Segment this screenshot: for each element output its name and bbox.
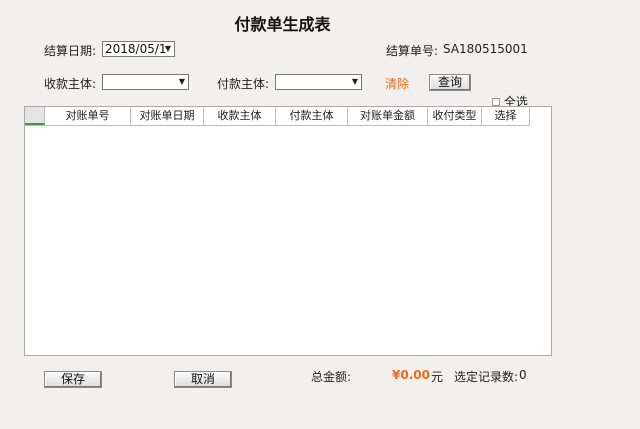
settlement-date-value: 2018/05/1 — [105, 42, 167, 56]
settlement-date-label: 结算日期: — [44, 44, 97, 58]
column-header[interactable]: 对账单号 — [45, 107, 131, 125]
dropdown-arrow-icon: ▼ — [351, 77, 358, 86]
bill-number-label: 结算单号: — [386, 44, 439, 58]
column-header[interactable]: 付款主体 — [276, 107, 348, 125]
page-title: 付款单生成表 — [234, 15, 331, 34]
column-header[interactable]: 收付类型 — [428, 107, 482, 125]
statement-grid[interactable]: 对账单号 对账单日期 收款主体 付款主体 对账单金额 收付类型 选择 — [24, 106, 552, 356]
column-header[interactable]: 选择 — [482, 107, 530, 125]
currency-unit: 元 — [431, 370, 444, 384]
total-amount-value: ¥0.00 — [392, 368, 430, 382]
dropdown-arrow-icon: ▼ — [178, 77, 185, 86]
save-button[interactable]: 保存 — [44, 371, 102, 388]
dropdown-arrow-icon: ▼ — [164, 44, 171, 53]
payer-label: 付款主体: — [217, 77, 270, 91]
grid-header: 对账单号 对账单日期 收款主体 付款主体 对账单金额 收付类型 选择 — [25, 107, 530, 126]
selected-count-value: 0 — [519, 368, 527, 382]
payer-select[interactable]: ▼ — [275, 74, 362, 90]
receiver-select[interactable]: ▼ — [102, 74, 189, 90]
select-all-checkbox[interactable] — [492, 98, 500, 106]
total-amount-label: 总金额: — [311, 370, 352, 384]
grid-corner-cell[interactable] — [25, 107, 45, 125]
receiver-label: 收款主体: — [44, 77, 97, 91]
query-button[interactable]: 查询 — [429, 74, 471, 91]
selected-count-label: 选定记录数: — [454, 370, 519, 384]
clear-link[interactable]: 清除 — [385, 75, 409, 92]
column-header[interactable]: 收款主体 — [204, 107, 276, 125]
column-header[interactable]: 对账单金额 — [348, 107, 428, 125]
settlement-date-select[interactable]: 2018/05/1 ▼ — [102, 41, 175, 57]
column-header[interactable]: 对账单日期 — [131, 107, 204, 125]
cancel-button[interactable]: 取消 — [174, 371, 232, 388]
bill-number-value: SA180515001 — [443, 42, 528, 56]
